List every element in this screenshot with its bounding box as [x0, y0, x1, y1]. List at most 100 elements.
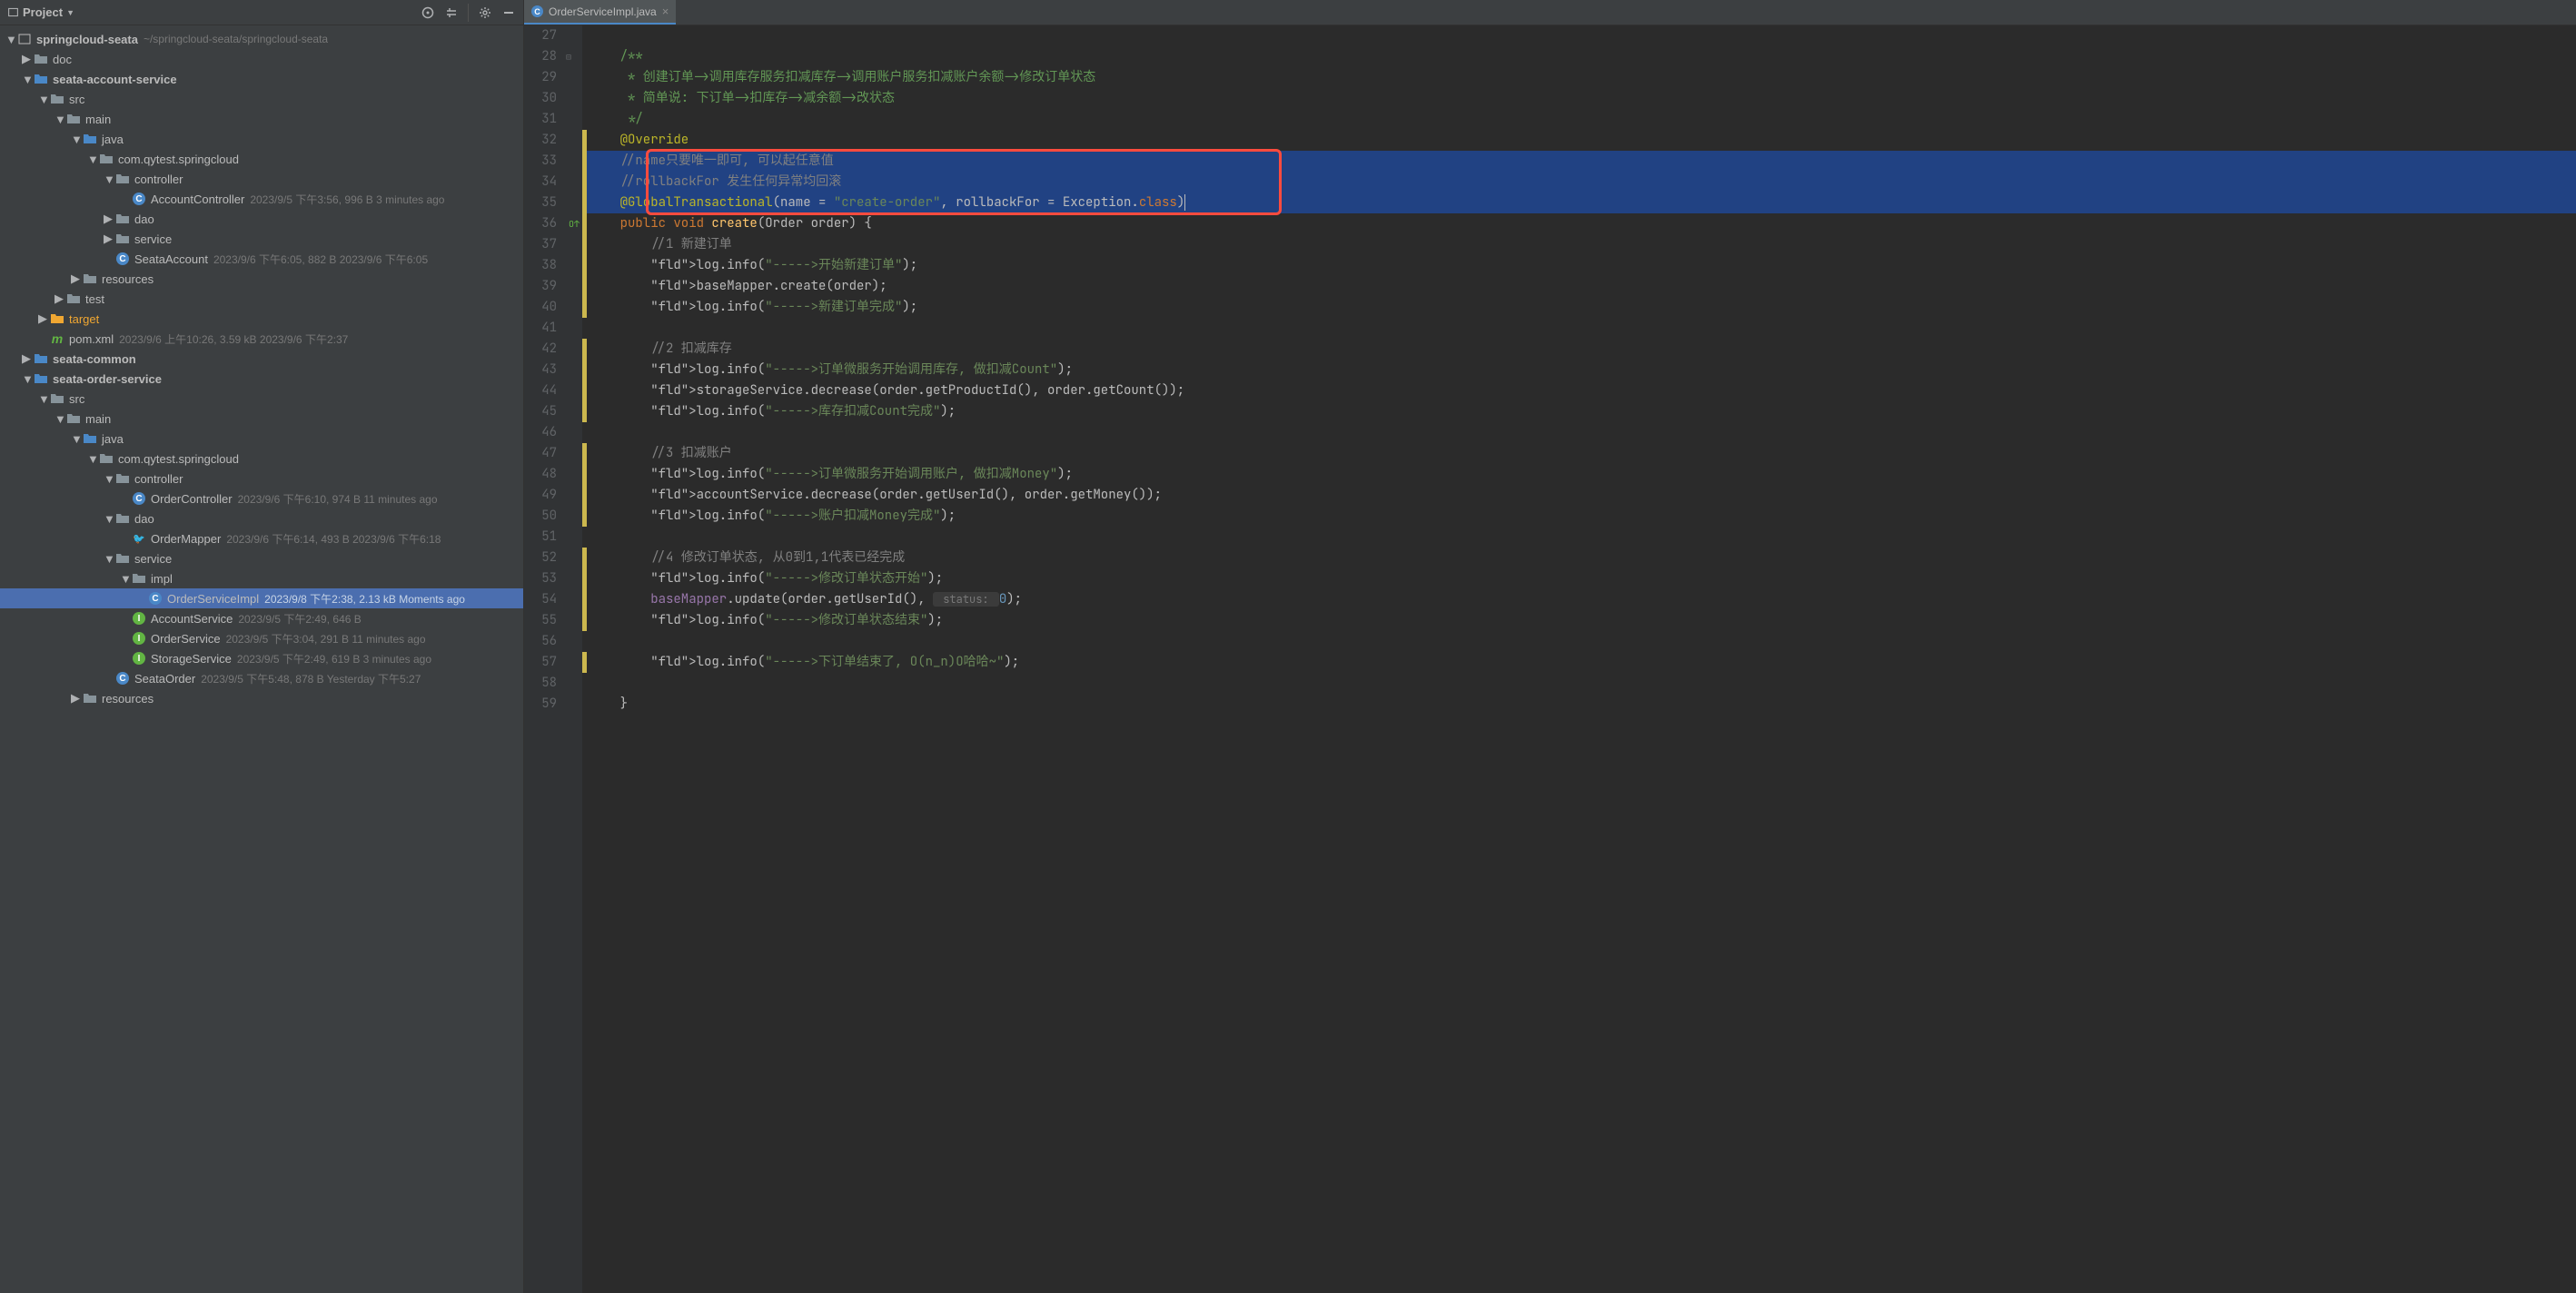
- tree-folder-doc[interactable]: ▶doc: [0, 49, 523, 69]
- tree-folder-src[interactable]: ▼src: [0, 89, 523, 109]
- code-line[interactable]: "fld">log.info("----->订单微服务开始调用账户, 做扣减Mo…: [582, 464, 2576, 485]
- tree-folder-service-order[interactable]: ▼service: [0, 548, 523, 568]
- code-line[interactable]: "fld">log.info("----->库存扣减Count完成");: [582, 401, 2576, 422]
- tree-folder-java-order[interactable]: ▼java: [0, 429, 523, 449]
- line-gutter: 2728293031323334353637383940414243444546…: [524, 25, 566, 1293]
- code-line[interactable]: //2 扣减库存: [582, 339, 2576, 360]
- code-line[interactable]: "fld">log.info("----->开始新建订单");: [582, 255, 2576, 276]
- editor-area: C OrderServiceImpl.java × 27282930313233…: [524, 0, 2576, 1293]
- chevron-down-icon: ▼: [66, 8, 74, 17]
- code-line[interactable]: "fld">storageService.decrease(order.getP…: [582, 380, 2576, 401]
- interface-icon: I: [133, 652, 145, 665]
- code-line[interactable]: [582, 673, 2576, 694]
- annotation-gutter: ⊟ O↑: [566, 25, 582, 1293]
- code-line[interactable]: */: [582, 109, 2576, 130]
- code-line[interactable]: @Override: [582, 130, 2576, 151]
- tree-class-ordermapper[interactable]: 🐦OrderMapper2023/9/6 下午6:14, 493 B 2023/…: [0, 528, 523, 548]
- tree-class-seataaccount[interactable]: CSeataAccount2023/9/6 下午6:05, 882 B 2023…: [0, 249, 523, 269]
- tree-file-pom[interactable]: mpom.xml2023/9/6 上午10:26, 3.59 kB 2023/9…: [0, 329, 523, 349]
- tab-orderserviceimpl[interactable]: C OrderServiceImpl.java ×: [524, 0, 676, 25]
- code-line[interactable]: @GlobalTransactional(name = "create-orde…: [582, 192, 2576, 213]
- code-line[interactable]: }: [582, 694, 2576, 715]
- code-line[interactable]: [582, 631, 2576, 652]
- project-title-dropdown[interactable]: Project ▼: [7, 5, 74, 19]
- code-line[interactable]: /**: [582, 46, 2576, 67]
- panel-title-text: Project: [23, 5, 63, 19]
- tree-folder-resources-order[interactable]: ▶resources: [0, 688, 523, 708]
- tree-folder-service[interactable]: ▶service: [0, 229, 523, 249]
- tree-class-accountcontroller[interactable]: CAccountController2023/9/5 下午3:56, 996 B…: [0, 189, 523, 209]
- project-tree[interactable]: ▼springcloud-seata~/springcloud-seata/sp…: [0, 25, 523, 1293]
- close-icon[interactable]: ×: [662, 5, 669, 18]
- code-line[interactable]: [582, 318, 2576, 339]
- interface-icon: I: [133, 632, 145, 645]
- code-line[interactable]: //1 新建订单: [582, 234, 2576, 255]
- class-icon: C: [116, 672, 129, 685]
- tree-folder-impl[interactable]: ▼impl: [0, 568, 523, 588]
- code-area[interactable]: /** * 创建订单->调用库存服务扣减库存->调用账户服务扣减账户余额->修改…: [582, 25, 2576, 1293]
- hide-icon[interactable]: [501, 5, 516, 20]
- code-line[interactable]: [582, 527, 2576, 548]
- code-line[interactable]: "fld">log.info("----->修改订单状态开始");: [582, 568, 2576, 589]
- project-panel: Project ▼ ▼springcloud-seata~/springclou…: [0, 0, 524, 1293]
- tree-folder-resources[interactable]: ▶resources: [0, 269, 523, 289]
- tree-module-account[interactable]: ▼seata-account-service: [0, 69, 523, 89]
- ide-root: Project ▼ ▼springcloud-seata~/springclou…: [0, 0, 2576, 1293]
- tree-folder-src-order[interactable]: ▼src: [0, 389, 523, 409]
- code-line[interactable]: "fld">log.info("----->修改订单状态结束");: [582, 610, 2576, 631]
- code-line[interactable]: "fld">log.info("----->账户扣减Money完成");: [582, 506, 2576, 527]
- code-line[interactable]: //rollbackFor 发生任何异常均回滚: [582, 172, 2576, 192]
- code-line[interactable]: //3 扣减账户: [582, 443, 2576, 464]
- class-icon: C: [531, 5, 543, 17]
- code-line[interactable]: * 创建订单->调用库存服务扣减库存->调用账户服务扣减账户余额->修改订单状态: [582, 67, 2576, 88]
- tab-bar: C OrderServiceImpl.java ×: [524, 0, 2576, 25]
- code-line[interactable]: "fld">log.info("----->下订单结束了, O(n_n)O哈哈~…: [582, 652, 2576, 673]
- gear-icon[interactable]: [478, 5, 492, 20]
- code-line[interactable]: [582, 422, 2576, 443]
- class-icon: C: [133, 192, 145, 205]
- code-line[interactable]: //name只要唯一即可, 可以起任意值: [582, 151, 2576, 172]
- tree-folder-controller[interactable]: ▼controller: [0, 169, 523, 189]
- maven-icon: m: [52, 331, 63, 346]
- tree-folder-test[interactable]: ▶test: [0, 289, 523, 309]
- class-icon: C: [133, 492, 145, 505]
- code-line[interactable]: public void create(Order order) {: [582, 213, 2576, 234]
- mapper-icon: 🐦: [132, 531, 146, 546]
- tree-folder-controller-order[interactable]: ▼controller: [0, 469, 523, 489]
- interface-icon: I: [133, 612, 145, 625]
- tree-folder-target[interactable]: ▶target: [0, 309, 523, 329]
- code-line[interactable]: baseMapper.update(order.getUserId(), sta…: [582, 589, 2576, 610]
- tree-module-order[interactable]: ▼seata-order-service: [0, 369, 523, 389]
- project-panel-header: Project ▼: [0, 0, 523, 25]
- code-line[interactable]: "fld">log.info("----->新建订单完成");: [582, 297, 2576, 318]
- project-icon: [7, 6, 19, 18]
- tree-folder-java[interactable]: ▼java: [0, 129, 523, 149]
- code-line[interactable]: "fld">accountService.decrease(order.getU…: [582, 485, 2576, 506]
- editor[interactable]: 2728293031323334353637383940414243444546…: [524, 25, 2576, 1293]
- tree-package[interactable]: ▼com.qytest.springcloud: [0, 149, 523, 169]
- panel-tools: [421, 4, 516, 22]
- tree-module-common[interactable]: ▶seata-common: [0, 349, 523, 369]
- select-opened-file-icon[interactable]: [421, 5, 435, 20]
- class-icon: C: [116, 252, 129, 265]
- tree-interface-accountservice[interactable]: IAccountService2023/9/5 下午2:49, 646 B: [0, 608, 523, 628]
- tree-class-ordercontroller[interactable]: COrderController2023/9/6 下午6:10, 974 B 1…: [0, 489, 523, 508]
- tree-interface-storageservice[interactable]: IStorageService2023/9/5 下午2:49, 619 B 3 …: [0, 648, 523, 668]
- code-line[interactable]: * 简单说: 下订单->扣库存->减余额->改状态: [582, 88, 2576, 109]
- tree-folder-main[interactable]: ▼main: [0, 109, 523, 129]
- expand-all-icon[interactable]: [444, 5, 459, 20]
- tree-root[interactable]: ▼springcloud-seata~/springcloud-seata/sp…: [0, 29, 523, 49]
- tree-class-orderserviceimpl[interactable]: COrderServiceImpl2023/9/8 下午2:38, 2.13 k…: [0, 588, 523, 608]
- tree-folder-dao-order[interactable]: ▼dao: [0, 508, 523, 528]
- tab-label: OrderServiceImpl.java: [549, 5, 657, 18]
- tree-folder-main-order[interactable]: ▼main: [0, 409, 523, 429]
- tree-package-order[interactable]: ▼com.qytest.springcloud: [0, 449, 523, 469]
- code-line[interactable]: //4 修改订单状态, 从0到1,1代表已经完成: [582, 548, 2576, 568]
- code-line[interactable]: [582, 25, 2576, 46]
- separator: [468, 4, 469, 22]
- code-line[interactable]: "fld">baseMapper.create(order);: [582, 276, 2576, 297]
- tree-interface-orderservice[interactable]: IOrderService2023/9/5 下午3:04, 291 B 11 m…: [0, 628, 523, 648]
- tree-class-seataorder[interactable]: CSeataOrder2023/9/5 下午5:48, 878 B Yester…: [0, 668, 523, 688]
- tree-folder-dao[interactable]: ▶dao: [0, 209, 523, 229]
- code-line[interactable]: "fld">log.info("----->订单微服务开始调用库存, 做扣减Co…: [582, 360, 2576, 380]
